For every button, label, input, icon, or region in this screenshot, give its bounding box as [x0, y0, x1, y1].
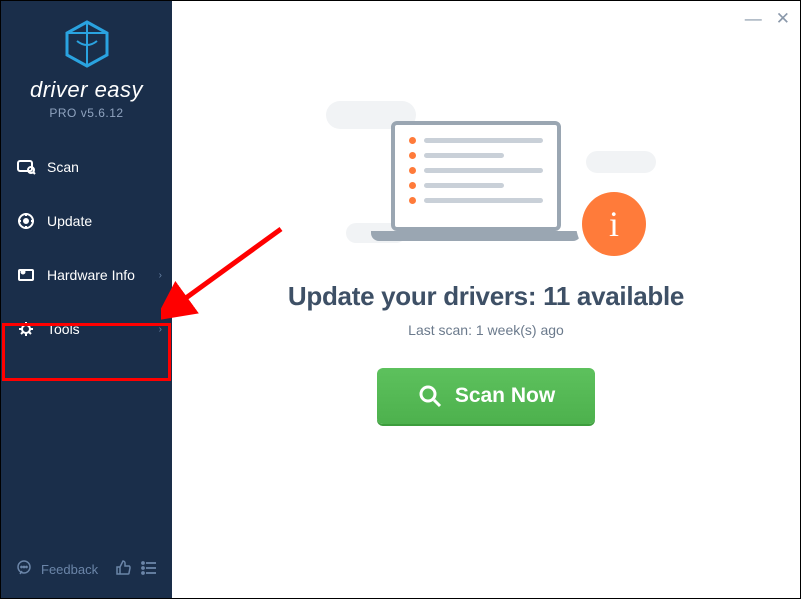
- list-icon[interactable]: [140, 559, 158, 580]
- sidebar-item-tools[interactable]: Tools ›: [1, 302, 172, 356]
- thumbs-up-icon[interactable]: [114, 559, 132, 580]
- last-scan-text: Last scan: 1 week(s) ago: [408, 322, 564, 338]
- sidebar-item-label: Hardware Info: [47, 267, 135, 283]
- minimize-button[interactable]: —: [745, 9, 762, 29]
- sidebar: driver easy PRO v5.6.12 Scan Update H: [1, 1, 172, 598]
- brand-version: PRO v5.6.12: [1, 106, 172, 120]
- close-button[interactable]: ✕: [776, 9, 790, 29]
- sidebar-item-label: Scan: [47, 159, 79, 175]
- chevron-right-icon: ›: [159, 324, 162, 335]
- logo-icon: [62, 19, 112, 69]
- headline: Update your drivers: 11 available: [288, 281, 684, 312]
- info-badge-icon: i: [582, 192, 646, 256]
- chevron-right-icon: ›: [159, 270, 162, 281]
- scan-button-label: Scan Now: [455, 384, 555, 408]
- feedback-icon[interactable]: [15, 559, 33, 580]
- window-controls: — ✕: [745, 9, 790, 29]
- main-panel: — ✕ i Update your drivers: 11 available …: [172, 1, 800, 598]
- feedback-label[interactable]: Feedback: [41, 562, 98, 577]
- sidebar-item-update[interactable]: Update: [1, 194, 172, 248]
- scan-icon: [15, 156, 37, 178]
- tools-icon: [15, 318, 37, 340]
- sidebar-item-hardware[interactable]: Hardware Info ›: [1, 248, 172, 302]
- illustration: i: [336, 81, 636, 261]
- hardware-icon: [15, 264, 37, 286]
- magnify-icon: [417, 383, 443, 409]
- logo-area: driver easy PRO v5.6.12: [1, 1, 172, 132]
- sidebar-item-label: Update: [47, 213, 92, 229]
- sidebar-item-label: Tools: [47, 321, 80, 337]
- sidebar-item-scan[interactable]: Scan: [1, 140, 172, 194]
- nav: Scan Update Hardware Info › Tools: [1, 140, 172, 356]
- update-icon: [15, 210, 37, 232]
- brand-name: driver easy: [1, 77, 172, 103]
- scan-now-button[interactable]: Scan Now: [377, 368, 595, 424]
- sidebar-footer: Feedback: [1, 549, 172, 598]
